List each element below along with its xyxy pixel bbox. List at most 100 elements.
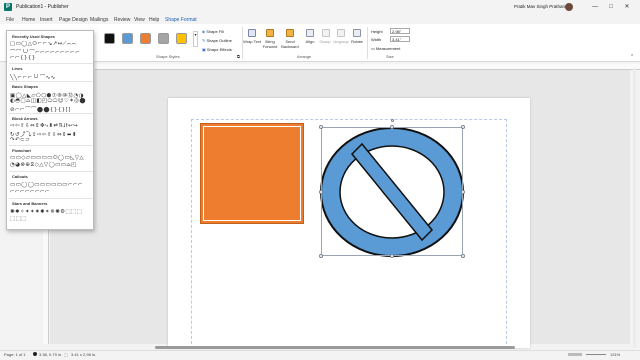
style-swatch-gray[interactable] bbox=[158, 33, 169, 44]
orange-square-inner-border bbox=[203, 126, 301, 221]
user-name[interactable]: Pratik Mav Singh Prathan bbox=[514, 4, 565, 9]
send-backward-button[interactable]: Send Backward bbox=[279, 39, 301, 49]
width-label: Width bbox=[371, 37, 382, 42]
resize-handle-e[interactable] bbox=[461, 190, 465, 194]
tab-mailings[interactable]: Mailings bbox=[90, 17, 108, 23]
shape-outline-button[interactable]: ✎ Shape Outline bbox=[202, 38, 232, 43]
object-position: 3.38, 0.79 in. bbox=[39, 352, 63, 357]
shape-glyph-row[interactable]: ╲╲⌐⌐⌐╰╯⌒∿∿ bbox=[10, 73, 94, 81]
section-separator bbox=[9, 63, 93, 64]
wrap-text-button[interactable]: Wrap Text bbox=[243, 39, 261, 44]
zoom-level[interactable]: 131% bbox=[610, 352, 620, 357]
gallery-section-title: Block Arrows bbox=[12, 116, 38, 121]
tab-review[interactable]: Review bbox=[114, 17, 130, 23]
section-separator bbox=[9, 171, 93, 172]
minimize-button[interactable]: — bbox=[590, 2, 600, 12]
size-icon: ⬚ bbox=[64, 352, 68, 357]
tab-help[interactable]: Help bbox=[149, 17, 159, 23]
ribbon-separator bbox=[367, 27, 368, 59]
shape-glyph-row[interactable]: ⌐⌐{}{} bbox=[10, 55, 94, 61]
resize-handle-nw[interactable] bbox=[319, 125, 323, 129]
bring-forward-icon bbox=[266, 29, 274, 37]
shape-glyph-row[interactable]: ⌐⌐⌐⌐⌐⌐⌐⌐ bbox=[10, 189, 94, 195]
avatar[interactable] bbox=[565, 3, 573, 11]
tab-page-design[interactable]: Page Design bbox=[59, 17, 88, 23]
view-mode-icon[interactable] bbox=[568, 353, 582, 356]
shape-fill-label: Shape Fill bbox=[206, 29, 224, 34]
resize-handle-sw[interactable] bbox=[319, 254, 323, 258]
resize-handle-n[interactable] bbox=[390, 125, 394, 129]
gallery-section-title: Recently Used Shapes bbox=[12, 34, 55, 39]
shape-glyph-row[interactable]: ▭▭◯◯▭▭▭▭▭▭⌐⌐⌐ bbox=[10, 182, 94, 188]
shape-glyph-row[interactable]: ⬚⬚⬚ bbox=[10, 216, 94, 222]
align-icon bbox=[306, 29, 314, 37]
resize-handle-w[interactable] bbox=[319, 190, 323, 194]
shape-glyph-row[interactable]: ✺✹✧✦✶✷✸✴✵✺⚙⬚⬚⬚ bbox=[10, 209, 94, 215]
bring-forward-button[interactable]: Bring Forward bbox=[260, 39, 280, 49]
rotate-button[interactable]: Rotate bbox=[349, 39, 365, 44]
collapse-ribbon-icon[interactable]: ⌃ bbox=[630, 54, 634, 60]
tab-view[interactable]: View bbox=[134, 17, 145, 23]
styles-more-chevron-icon[interactable]: ▾ bbox=[193, 31, 198, 47]
shape-glyph-row[interactable]: ◔◕⊗⊕⧖◇△▽◯▭▭⌓◰ bbox=[10, 162, 94, 169]
horizontal-scrollbar[interactable] bbox=[155, 346, 515, 349]
resize-handle-s[interactable] bbox=[390, 254, 394, 258]
shape-glyph-row[interactable]: ⊘⌐⌐⌒⌒⬤⬤{}{}[] bbox=[10, 105, 94, 113]
shapes-gallery: Recently Used Shapes ▢▭◯△⬭⌐⌐↘↗↔⟋⌒⌒ ⌒⌒╰╯⌒… bbox=[6, 30, 94, 230]
align-button[interactable]: Align bbox=[302, 39, 318, 44]
measurement-label: Measurement bbox=[375, 46, 401, 51]
maximize-button[interactable]: □ bbox=[606, 2, 616, 12]
tab-insert[interactable]: Insert bbox=[40, 17, 53, 23]
shape-glyph-row[interactable]: ▭▭◇▱▭▭▭▭⬭◯▭◺▽△ bbox=[10, 155, 94, 162]
vertical-scrollbar[interactable] bbox=[633, 68, 636, 348]
arrange-group-label: Arrange bbox=[297, 54, 312, 59]
resize-handle-ne[interactable] bbox=[461, 125, 465, 129]
shape-styles-group-label: Shape Styles bbox=[156, 54, 180, 59]
measurement-button[interactable]: ▭ Measurement bbox=[371, 46, 400, 51]
height-label: Height bbox=[371, 29, 383, 34]
dialog-launcher-icon[interactable]: ⧉ bbox=[237, 54, 240, 59]
ungroup-button[interactable]: Ungroup bbox=[332, 39, 350, 44]
height-field[interactable]: 2.98" bbox=[390, 28, 410, 34]
object-size: 3.41 x 2.98 in. bbox=[71, 352, 97, 357]
page-indicator[interactable]: Page: 1 of 1 bbox=[4, 352, 26, 357]
zoom-slider[interactable] bbox=[586, 354, 606, 355]
publisher-app-icon: P bbox=[4, 3, 12, 11]
document-title: Publication1 - Publisher bbox=[16, 4, 69, 10]
style-swatch-gold[interactable] bbox=[176, 33, 187, 44]
rotate-handle-icon[interactable] bbox=[391, 119, 394, 122]
width-field[interactable]: 3.41" bbox=[390, 36, 410, 42]
section-separator bbox=[9, 81, 93, 82]
section-separator bbox=[9, 113, 93, 114]
shape-glyph-row[interactable]: ◐◓▢⌓◫◧◰⬭⬭☺♡✶◎⬤ bbox=[10, 98, 94, 105]
shape-glyph-row[interactable]: ↷↶⊂⊃ bbox=[10, 137, 94, 143]
shape-effects-button[interactable]: ▣ Shape Effects bbox=[202, 47, 232, 52]
shape-glyph-row[interactable]: ▢▭◯△⬭⌐⌐↘↗↔⟋⌒⌒ bbox=[10, 41, 94, 48]
size-group-label: Size bbox=[386, 54, 394, 59]
gallery-section-title: Lines bbox=[12, 66, 23, 71]
style-swatch-black[interactable] bbox=[104, 33, 115, 44]
gallery-section-title: Callouts bbox=[12, 174, 28, 179]
rotate-icon bbox=[353, 29, 361, 37]
tab-file[interactable]: File bbox=[6, 17, 14, 23]
style-swatch-orange[interactable] bbox=[140, 33, 151, 44]
shape-outline-label: Shape Outline bbox=[206, 38, 232, 43]
selection-box bbox=[321, 127, 463, 256]
resize-handle-se[interactable] bbox=[461, 254, 465, 258]
group-button[interactable]: Group bbox=[317, 39, 333, 44]
shape-glyph-row[interactable]: ⇨⇦⇧⇩⇔⇕✥⤷⬍⮂⮁⮃↩↪ bbox=[10, 123, 94, 130]
gallery-section-title: Stars and Banners bbox=[12, 201, 48, 206]
section-separator bbox=[9, 145, 93, 146]
shape-fill-button[interactable]: ◈ Shape Fill bbox=[202, 29, 224, 34]
group-icon bbox=[322, 29, 330, 37]
send-backward-icon bbox=[286, 29, 294, 37]
section-separator bbox=[9, 198, 93, 199]
wrap-text-icon bbox=[248, 29, 256, 37]
tab-home[interactable]: Home bbox=[22, 17, 35, 23]
close-button[interactable]: ✕ bbox=[622, 2, 632, 12]
gallery-section-title: Flowchart bbox=[12, 148, 31, 153]
position-icon bbox=[33, 352, 37, 356]
shape-effects-label: Shape Effects bbox=[206, 47, 232, 52]
style-swatch-blue[interactable] bbox=[122, 33, 133, 44]
ungroup-icon bbox=[337, 29, 345, 37]
